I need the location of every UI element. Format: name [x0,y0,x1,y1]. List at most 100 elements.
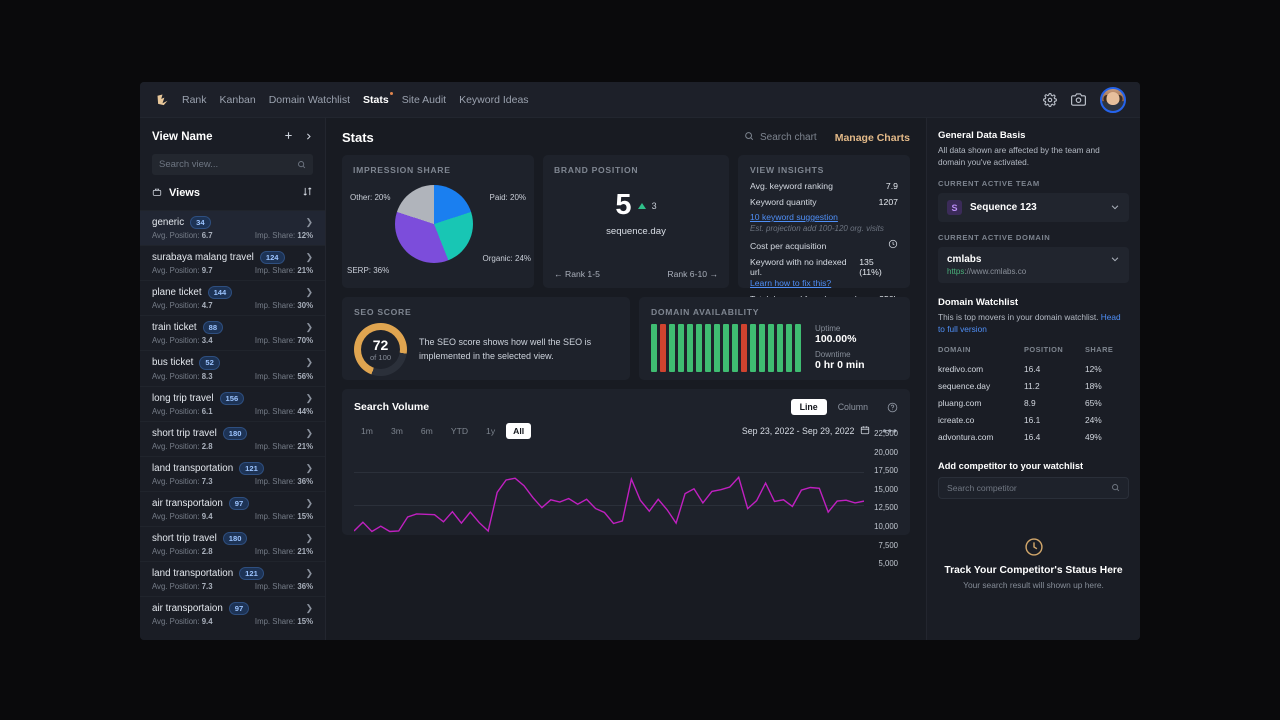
sidebar-item-5[interactable]: long trip travel 156 ❯ Avg. Position: 6.1 Im… [140,385,325,421]
fix-noindex-link[interactable]: Learn how to fix this? [750,278,898,288]
view-item-share: Imp. Share: 21% [254,547,313,557]
domain-selector[interactable]: cmlabs https://www.cmlabs.co [938,247,1129,284]
sidebar-item-8[interactable]: air transportaion 97 ❯ Avg. Position: 9.4 Im… [140,490,325,526]
brand-position-delta: 3 [651,200,657,211]
sidebar-item-6[interactable]: short trip travel 180 ❯ Avg. Position: 2.8 I… [140,420,325,456]
line-chart-svg [354,472,864,533]
current-active-team-caption: Current Active Team [938,179,1040,189]
views-row[interactable]: Views [140,183,325,210]
sidebar-item-10[interactable]: land transportation 121 ❯ Avg. Position: 7.… [140,561,325,596]
view-item-position: Avg. Position: 8.3 [152,371,213,381]
date-range-label: Sep 23, 2022 - Sep 29, 2022 [741,426,855,436]
help-circle-icon[interactable] [887,402,898,413]
search-icon [1111,479,1120,497]
nav-link-keyword-ideas[interactable]: Keyword Ideas [459,94,528,106]
sidebar-item-2[interactable]: plane ticket 144 ❯ Avg. Position: 4.7 Imp. S… [140,280,325,315]
view-item-name: plane ticket [152,287,202,299]
y-tick-label-5: 10,000 [874,521,898,531]
search-volume-header-actions: Line Column [790,399,898,415]
general-data-basis-desc: All data shown are affected by the team … [938,145,1100,168]
sidebar-title: View Name [152,131,213,143]
sort-icon[interactable] [302,184,313,202]
rank-prev-button[interactable]: ← Rank 1-5 [554,269,600,279]
search-view-input[interactable] [159,159,297,170]
view-item-share: Imp. Share: 15% [254,617,313,627]
chevron-right-icon[interactable]: ❯ [305,568,313,579]
table-row[interactable]: pluang.com 8.9 65% [938,394,1129,411]
main-header-actions: Search chart Manage Charts [744,131,910,144]
sidebar-item-0[interactable]: generic 34 ❯ Avg. Position: 6.7 Imp. Share: … [140,210,325,246]
domain-url-scheme: https [947,267,965,277]
sidebar-item-9[interactable]: short trip travel 180 ❯ Avg. Position: 2.8 I… [140,525,325,561]
range-ytd-button[interactable]: YTD [444,423,475,439]
uptime-label: Uptime [815,324,841,333]
competitor-search[interactable] [938,477,1129,500]
top-navigation-bar: Rank Kanban Domain Watchlist Stats Site … [140,82,1140,118]
view-item-stats: Avg. Position: 9.4 Imp. Share: 15% [152,512,313,521]
availability-bar-6 [705,324,711,372]
view-item-stats: Avg. Position: 6.1 Imp. Share: 44% [152,407,313,416]
chart-search[interactable]: Search chart [744,131,817,144]
views-label: Views [169,187,200,199]
sidebar-search[interactable] [152,154,313,175]
plus-icon[interactable] [283,128,294,146]
view-item-name: land transportation [152,568,234,580]
range-6m-button[interactable]: 6m [414,423,440,439]
chevron-right-icon[interactable]: ❯ [305,217,313,228]
manage-charts-button[interactable]: Manage Charts [835,132,910,144]
table-row[interactable]: advontura.com 16.4 49% [938,428,1129,445]
nav-link-stats[interactable]: Stats [363,91,393,106]
range-1m-button[interactable]: 1m [354,423,380,439]
user-avatar[interactable] [1100,86,1126,113]
general-data-basis-title: General Data Basis [938,130,1026,141]
chevron-right-icon[interactable]: ❯ [305,393,313,404]
keyword-suggestion-link[interactable]: 10 keyword suggestion [750,212,898,222]
gear-icon[interactable] [1043,92,1057,107]
chevron-right-icon[interactable]: ❯ [305,498,313,509]
range-1y-button[interactable]: 1y [479,423,502,439]
availability-bar-5 [696,324,702,372]
chevron-right-icon[interactable]: ❯ [305,463,313,474]
chevron-right-icon[interactable]: ❯ [305,252,313,263]
sidebar-item-1[interactable]: surabaya malang travel 124 ❯ Avg. Position:… [140,245,325,280]
camera-icon[interactable] [1071,92,1086,107]
nav-link-rank[interactable]: Rank [182,94,207,106]
nav-link-kanban[interactable]: Kanban [220,94,256,106]
sidebar-item-11[interactable]: air transportaion 97 ❯ Avg. Position: 9.4 Im… [140,596,325,631]
chart-search-placeholder: Search chart [760,132,817,143]
nav-link-site-audit[interactable]: Site Audit [402,94,446,106]
nav-label: Rank [182,93,207,106]
search-volume-controls: 1m 3m 6m YTD 1y All Sep 23, 2022 - Sep 2… [354,423,898,439]
table-row[interactable]: icreate.co 16.1 24% [938,411,1129,428]
chevron-right-icon[interactable] [304,128,313,146]
chevron-right-icon[interactable]: ❯ [305,287,313,298]
chart-type-line-button[interactable]: Line [790,399,827,415]
chevron-right-icon[interactable]: ❯ [305,533,313,544]
table-row[interactable]: kredivo.com 16.4 12% [938,360,1129,377]
sidebar-item-3[interactable]: train ticket 88 ❯ Avg. Position: 3.4 Imp. Sh… [140,315,325,350]
chevron-right-icon[interactable]: ❯ [305,603,313,614]
chart-type-column-button[interactable]: Column [829,399,877,415]
view-item-share: Imp. Share: 12% [254,231,313,241]
chevron-right-icon[interactable]: ❯ [305,322,313,333]
table-row[interactable]: sequence.day 11.2 18% [938,377,1129,394]
range-all-button[interactable]: All [506,423,532,439]
pie-label-organic: Organic: 24% [482,254,531,263]
view-item-stats: Avg. Position: 4.7 Imp. Share: 30% [152,301,313,310]
range-3m-button[interactable]: 3m [384,423,410,439]
chevron-right-icon[interactable]: ❯ [305,428,313,439]
clock-icon [888,239,898,251]
chevron-right-icon[interactable]: ❯ [305,357,313,368]
view-item-share: Imp. Share: 70% [254,336,313,346]
search-competitor-input[interactable] [947,483,1111,494]
availability-bar-3 [678,324,684,372]
sidebar-item-4[interactable]: bus ticket 52 ❯ Avg. Position: 8.3 Imp. Shar… [140,350,325,385]
rank-next-button[interactable]: Rank 6-10 → [667,269,718,279]
domain-watchlist-table: Domain Position Share kredivo.com 16.4 12%… [938,343,1129,445]
view-item-position: Avg. Position: 7.3 [152,582,213,592]
domain-watchlist-title: Domain Watchlist [938,297,1019,309]
nav-link-domain-watchlist[interactable]: Domain Watchlist [269,94,350,106]
view-item-main: land transportation 121 ❯ [152,461,313,475]
sidebar-item-7[interactable]: land transportation 121 ❯ Avg. Position: 7.… [140,455,325,491]
team-selector[interactable]: S Sequence 123 [938,193,1129,223]
